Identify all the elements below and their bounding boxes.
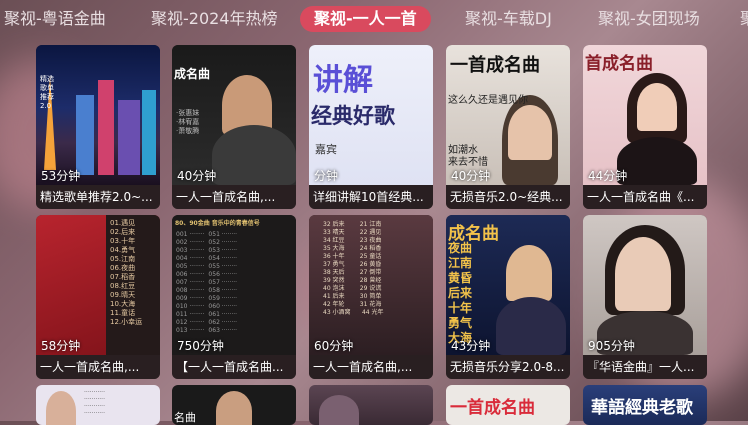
video-title: 一人一首成名曲,...	[172, 185, 296, 209]
duration-label: 44分钟	[588, 169, 628, 183]
duration-label: 60分钟	[314, 339, 354, 353]
video-thumbnail: 32 后来 21 江南 33 晴天 22 遇见 34 红豆 23 夜曲 35 大…	[309, 215, 433, 355]
video-thumbnail: 成名曲 ·张惠妹 ·林宥嘉 ·萧敬腾	[172, 45, 296, 185]
video-title: 『华语金曲』一人...	[583, 355, 707, 379]
thumbnail-caption: 嘉宾	[315, 143, 337, 156]
video-title: 精选歌单推荐2.0~...	[36, 185, 160, 209]
video-title: 无损音乐2.0~经典...	[446, 185, 570, 209]
video-title: 一人一首成名曲,...	[309, 355, 433, 379]
video-thumbnail: 首成名曲	[583, 45, 707, 185]
video-card[interactable]: 905分钟 『华语金曲』一人...	[583, 215, 707, 379]
video-card[interactable]: ··········· ··········· ··········· ····…	[36, 385, 160, 425]
thumbnail-caption: 讲解	[313, 63, 373, 98]
thumbnail-caption: 一首成名曲	[450, 398, 535, 418]
video-thumbnail: 讲解 经典好歌 嘉宾	[309, 45, 433, 185]
duration-label: 750分钟	[177, 339, 224, 353]
video-title: 一人一首成名曲《...	[583, 185, 707, 209]
video-card[interactable]: 首成名曲 44分钟 一人一首成名曲《...	[583, 45, 707, 209]
thumbnail-caption: 首成名曲	[585, 54, 653, 74]
video-card[interactable]: 名曲	[172, 385, 296, 425]
video-card[interactable]	[309, 385, 433, 425]
video-card[interactable]: 01.遇见 02.后来 03.十年 04.勇气 05.江南 06.夜曲 07.稻…	[36, 215, 160, 379]
duration-label: 43分钟	[451, 339, 491, 353]
video-card[interactable]: 成名曲 ·张惠妹 ·林宥嘉 ·萧敬腾 40分钟 一人一首成名曲,...	[172, 45, 296, 209]
thumbnail-caption: 名曲	[174, 411, 196, 424]
video-title: 【一人一首成名曲...	[172, 355, 296, 379]
video-card[interactable]: 80、90金曲 音乐中的青春信号 001 ········ 051 ······…	[172, 215, 296, 379]
video-title: 详细讲解10首经典...	[309, 185, 433, 209]
duration-label: 58分钟	[41, 339, 81, 353]
thumbnail-caption: 这么久还是遇见你	[448, 95, 528, 106]
thumbnail-caption: 经典好歌	[311, 104, 395, 128]
video-card[interactable]: 一首成名曲 这么久还是遇见你 如潮水 来去不惜 40分钟 无损音乐2.0~经典.…	[446, 45, 570, 209]
duration-label: 905分钟	[588, 339, 635, 353]
thumbnail-caption: 華語經典老歌	[591, 398, 693, 418]
thumbnail-caption: 来去不惜	[448, 157, 488, 168]
thumbnail-caption: 一首成名曲	[450, 55, 540, 76]
video-thumbnail: 精选 歌单 推荐 2.0	[36, 45, 160, 185]
duration-label: 分钟	[314, 169, 339, 183]
video-card[interactable]: 32 后来 21 江南 33 晴天 22 遇见 34 红豆 23 夜曲 35 大…	[309, 215, 433, 379]
video-thumbnail	[583, 215, 707, 355]
video-thumbnail: 一首成名曲 这么久还是遇见你 如潮水 来去不惜	[446, 45, 570, 185]
video-card[interactable]: 精选 歌单 推荐 2.0 53分钟 精选歌单推荐2.0~...	[36, 45, 160, 209]
video-card[interactable]: 成名曲 夜曲 江南 黄昏 后来 十年 勇气 大海 43分钟 无损音乐分享2.0-…	[446, 215, 570, 379]
video-card[interactable]: 讲解 经典好歌 嘉宾 分钟 详细讲解10首经典...	[309, 45, 433, 209]
video-thumbnail: 80、90金曲 音乐中的青春信号 001 ········ 051 ······…	[172, 215, 296, 355]
thumbnail-caption: 成名曲	[174, 67, 211, 81]
video-thumbnail: 01.遇见 02.后来 03.十年 04.勇气 05.江南 06.夜曲 07.稻…	[36, 215, 160, 355]
video-title: 无损音乐分享2.0-8...	[446, 355, 570, 379]
duration-label: 40分钟	[451, 169, 491, 183]
duration-label: 53分钟	[41, 169, 81, 183]
thumbnail-caption: 夜曲 江南 黄昏 后来 十年 勇气 大海	[448, 241, 473, 345]
video-grid: 精选 歌单 推荐 2.0 53分钟 精选歌单推荐2.0~... 成名曲 ·张惠妹…	[0, 0, 748, 425]
thumbnail-caption: 80、90金曲 音乐中的青春信号	[175, 220, 260, 227]
duration-label: 40分钟	[177, 169, 217, 183]
video-card[interactable]: 華語經典老歌	[583, 385, 707, 425]
video-title: 一人一首成名曲,...	[36, 355, 160, 379]
video-thumbnail: 成名曲 夜曲 江南 黄昏 后来 十年 勇气 大海	[446, 215, 570, 355]
video-card[interactable]: 一首成名曲	[446, 385, 570, 425]
